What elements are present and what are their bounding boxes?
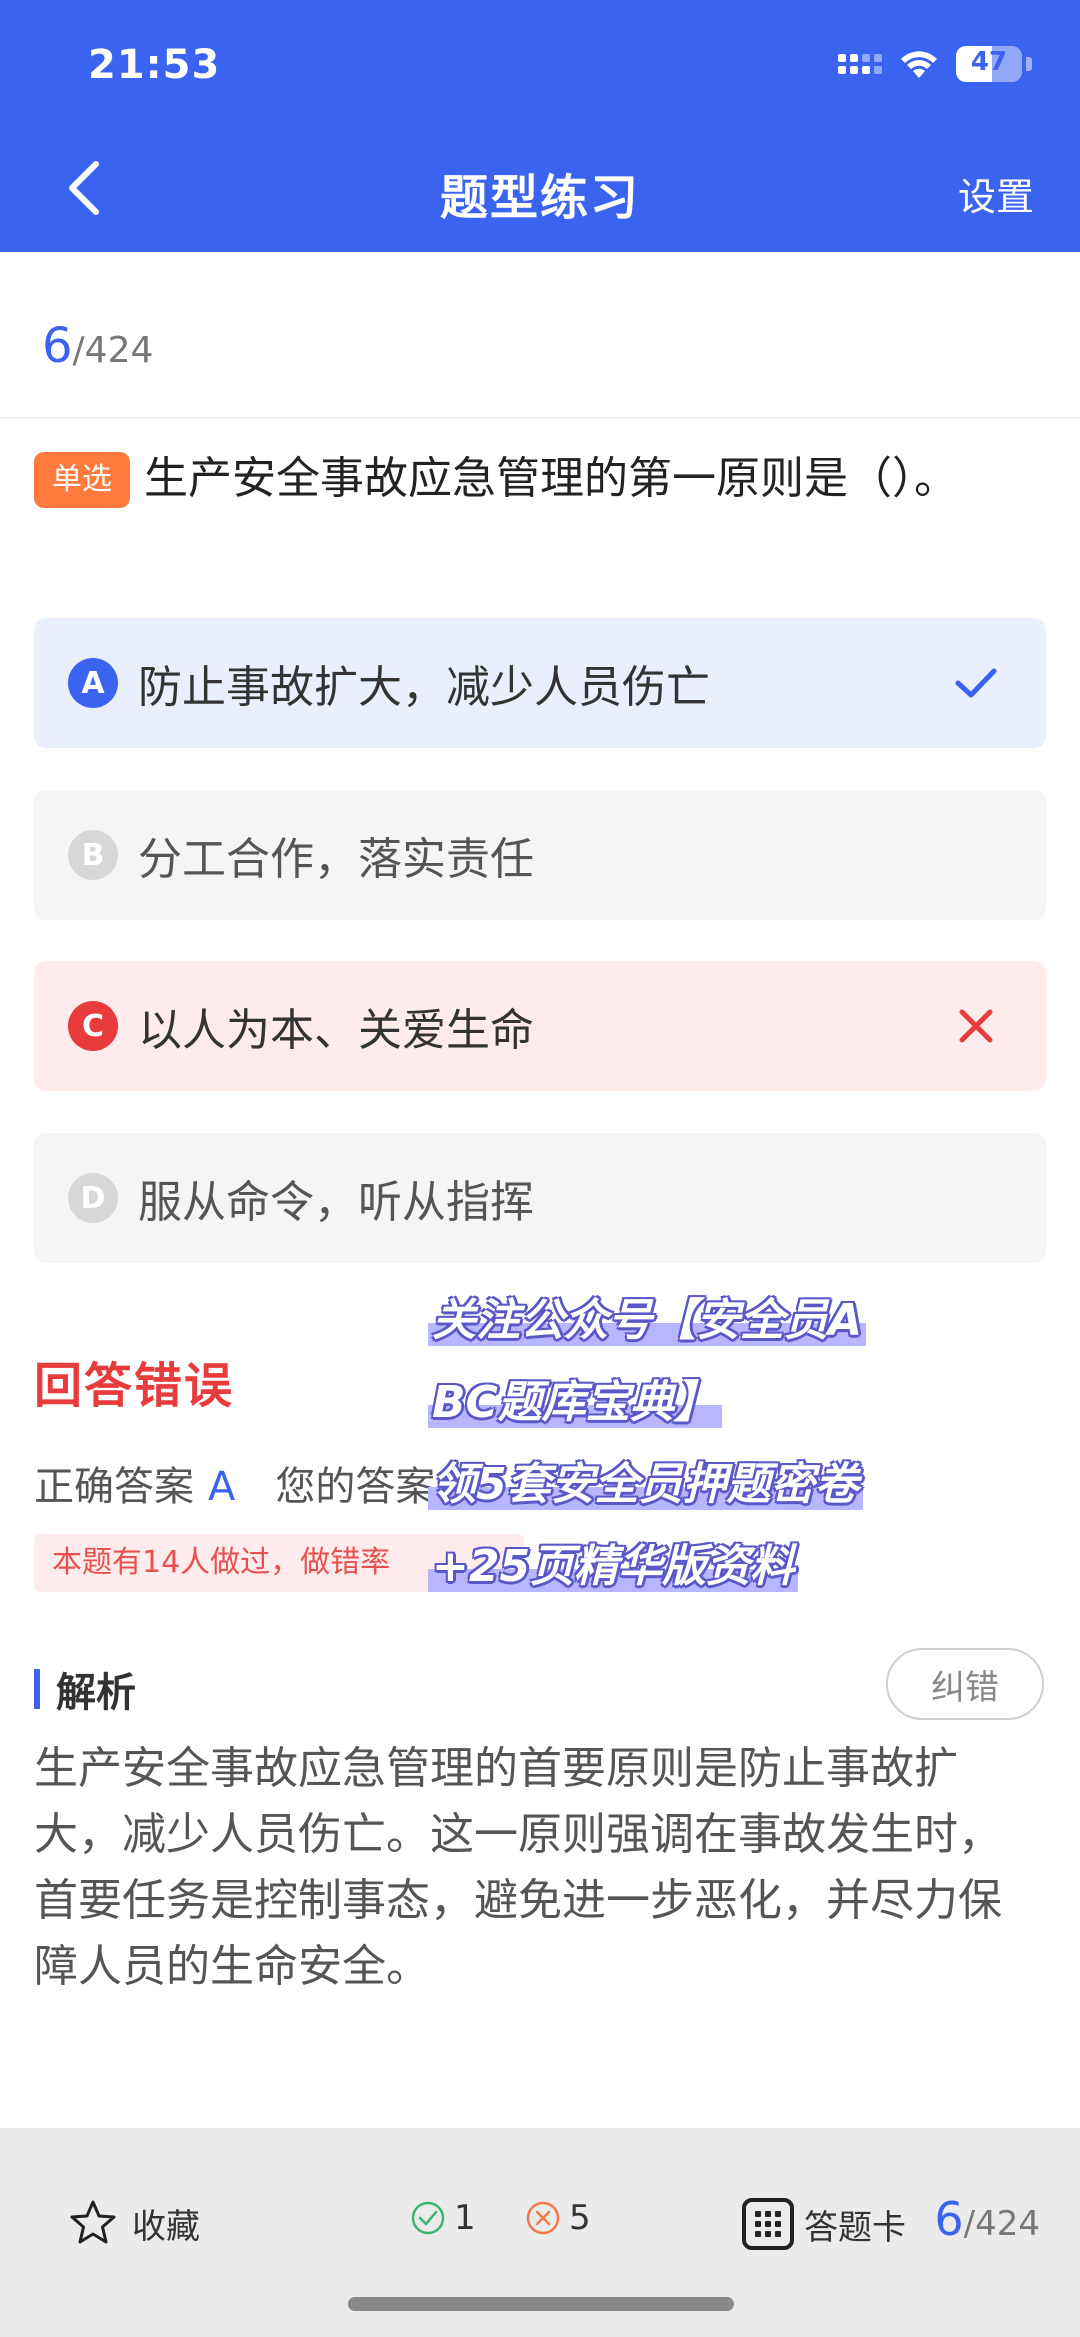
option-letter: A — [68, 658, 118, 708]
option-letter: B — [68, 830, 118, 880]
wrong-count: 5 — [525, 2198, 591, 2238]
answer-card-button[interactable]: 答题卡 — [742, 2198, 906, 2250]
promo-line: 关注公众号【安全员A — [428, 1295, 867, 1346]
option-c[interactable]: C 以人为本、关爱生命 — [34, 961, 1046, 1091]
correct-answer-label: 正确答案 — [34, 1464, 194, 1510]
option-b[interactable]: B 分工合作，落实责任 — [34, 790, 1046, 920]
question-text: 生产安全事故应急管理的第一原则是（）。 — [144, 453, 958, 504]
progress-total: /424 — [72, 330, 154, 371]
promo-line: 领5套安全员押题密卷 — [428, 1459, 863, 1510]
battery-icon: 47 — [956, 46, 1022, 82]
page-title: 题型练习 — [439, 170, 640, 226]
question-type-badge: 单选 — [34, 452, 130, 508]
analysis-header: 解析 — [34, 1660, 136, 1718]
report-error-button[interactable]: 纠错 — [886, 1648, 1044, 1720]
option-letter: D — [68, 1173, 118, 1223]
option-text: 防止事故扩大，减少人员伤亡 — [138, 662, 710, 713]
option-text: 分工合作，落实责任 — [138, 834, 534, 885]
status-time: 21:53 — [88, 42, 221, 88]
bottom-progress-total: /424 — [963, 2204, 1040, 2244]
status-icons: 47 — [838, 46, 1032, 82]
right-count: 1 — [410, 2198, 476, 2238]
option-text: 以人为本、关爱生命 — [138, 1005, 534, 1056]
right-count-value: 1 — [454, 2198, 476, 2238]
home-indicator — [348, 2297, 734, 2311]
option-a[interactable]: A 防止事故扩大，减少人员伤亡 — [34, 618, 1046, 748]
answer-card-label: 答题卡 — [804, 2207, 906, 2248]
correct-answer-value: A — [208, 1464, 236, 1510]
star-icon — [70, 2200, 116, 2244]
check-circle-icon — [411, 2201, 445, 2235]
section-marker — [34, 1669, 40, 1709]
option-d[interactable]: D 服从命令，听从指挥 — [34, 1133, 1046, 1263]
wrong-count-value: 5 — [569, 2198, 591, 2238]
promo-overlay: 关注公众号【安全员A BC题库宝典】 领5套安全员押题密卷 +25页精华版资料 — [428, 1280, 928, 1608]
analysis-label: 解析 — [56, 1670, 136, 1716]
promo-line: BC题库宝典】 — [428, 1377, 722, 1428]
answer-line: 正确答案 A 您的答案 — [34, 1454, 435, 1512]
promo-line: +25页精华版资料 — [428, 1541, 799, 1592]
settings-button[interactable]: 设置 — [958, 166, 1034, 221]
option-letter: C — [68, 1001, 118, 1051]
cellular-signal-icon — [838, 54, 882, 74]
app-header: 21:53 47 题型练习 设置 — [0, 0, 1080, 252]
option-text: 服从命令，听从指挥 — [138, 1177, 534, 1228]
divider — [0, 417, 1080, 419]
analysis-text: 生产安全事故应急管理的首要原则是防止事故扩大，减少人员伤亡。这一原则强调在事故发… — [34, 1743, 1002, 1992]
bottom-progress-current: 6 — [934, 2192, 964, 2246]
battery-level: 47 — [970, 47, 1008, 77]
favorite-button[interactable]: 收藏 — [68, 2198, 200, 2248]
grid-icon — [742, 2198, 794, 2250]
check-icon — [955, 668, 997, 698]
question-progress: 6/424 — [42, 318, 153, 374]
result-title: 回答错误 — [34, 1358, 235, 1414]
question-stem: 单选 生产安全事故应急管理的第一原则是（）。 — [34, 448, 1034, 510]
bottom-progress: 6/424 — [934, 2192, 1040, 2246]
cross-circle-icon — [526, 2201, 560, 2235]
progress-current: 6 — [42, 318, 73, 374]
your-answer-label: 您的答案 — [275, 1464, 436, 1510]
favorite-label: 收藏 — [132, 2206, 200, 2247]
wifi-icon — [901, 51, 937, 78]
cross-icon — [959, 1009, 993, 1043]
